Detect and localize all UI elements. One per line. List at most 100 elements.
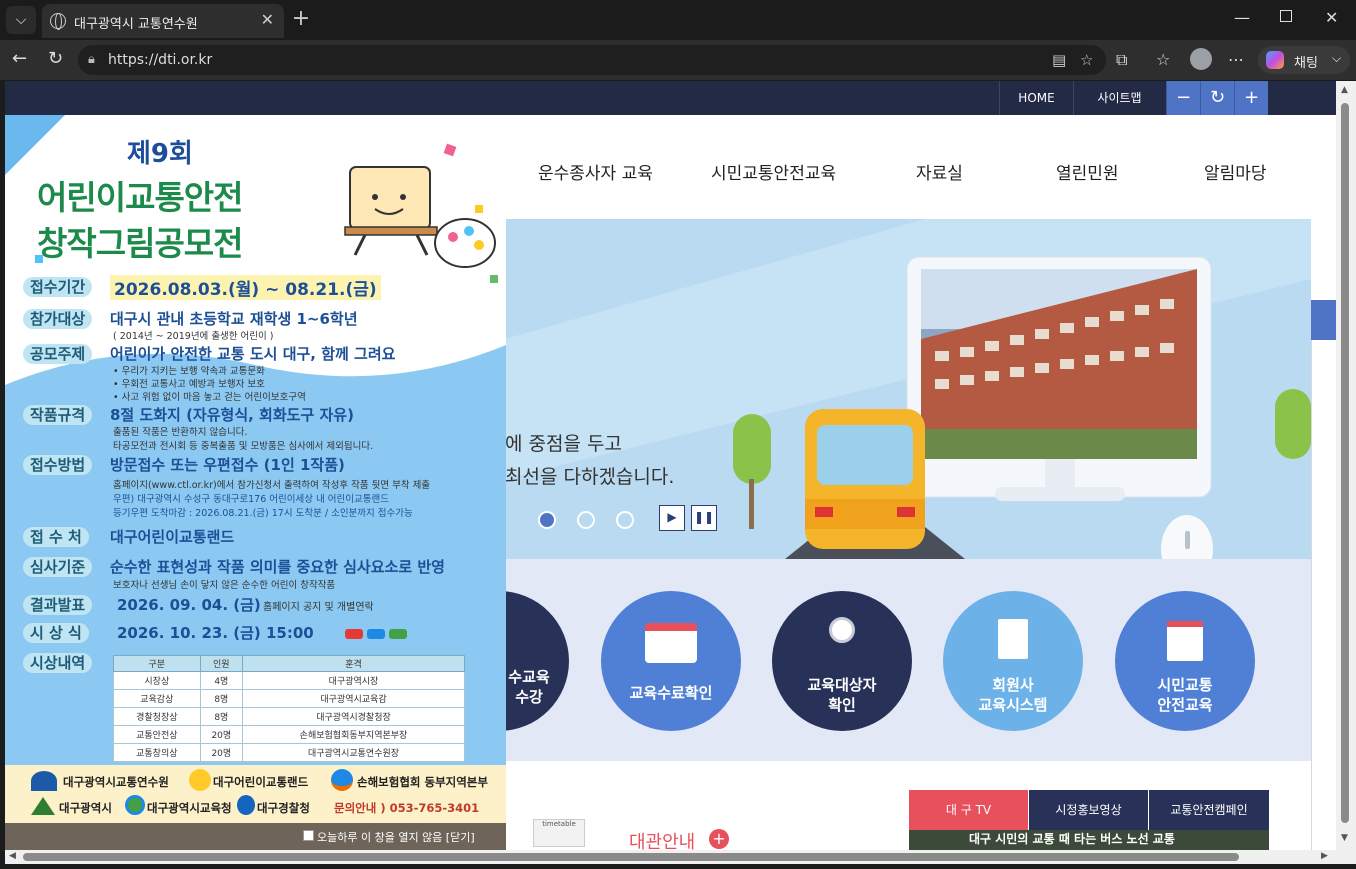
sponsor-name: 대구경찰청	[257, 801, 310, 815]
quick-link-completion-check[interactable]: 교육수료확인	[601, 591, 741, 731]
favorite-star-icon[interactable]: ☆	[1080, 51, 1093, 69]
tab-city-promo[interactable]: 시정홍보영상	[1029, 790, 1148, 830]
chevron-down-icon: ⌵	[1332, 51, 1342, 65]
table-header: 훈격	[242, 655, 465, 672]
sitemap-link[interactable]: 사이트맵	[1073, 81, 1165, 115]
row-bullet: 출품된 작품은 반환하지 않습니다.	[113, 427, 248, 438]
side-widget-tab[interactable]	[1311, 300, 1336, 340]
nav-resources[interactable]: 자료실	[916, 159, 963, 184]
refresh-icon[interactable]: ↻	[48, 48, 63, 69]
insurance-logo-icon	[331, 769, 353, 791]
browser-tab[interactable]: 대구광역시 교통연수원 ✕	[42, 4, 284, 38]
table-row: 경찰청장상 8명 대구광역시경찰청장	[113, 707, 465, 726]
tab-safety-campaign[interactable]: 교통안전캠페인	[1149, 790, 1269, 830]
window-bottom-border	[0, 864, 1356, 869]
awards-table: 구분 인원 훈격 시장상 4명 대구광역시장 교육감상 8명 대구광역시교육감 …	[113, 655, 465, 762]
slide-pause-button[interactable]: ❚❚	[691, 505, 717, 531]
more-icon[interactable]: ⋯	[1228, 50, 1244, 69]
row-value-criteria: 순수한 표현성과 작품 의미를 중요한 심사요소로 반영	[110, 558, 445, 576]
sponsor-name: 대구광역시	[59, 801, 112, 815]
zoom-in-button[interactable]: +	[1234, 81, 1268, 115]
row-label-eligibility: 참가대상	[23, 309, 93, 329]
rental-guide-title[interactable]: 대관안내	[629, 828, 695, 850]
back-icon[interactable]: ←	[12, 48, 27, 69]
row-label-method: 접수방법	[23, 455, 93, 475]
table-cell: 교통창의상	[113, 743, 201, 762]
table-header: 인원	[199, 655, 244, 672]
horizontal-scrollbar[interactable]: ◀ ▶	[5, 850, 1336, 864]
row-bullet: • 우회전 교통사고 예방과 보행자 보호	[113, 379, 265, 390]
popup-edition: 제9회	[127, 139, 193, 169]
sponsor-name: 대구광역시교통연수원	[63, 775, 169, 789]
more-plus-icon[interactable]: +	[709, 829, 729, 849]
row-value-venue: 대구어린이교통랜드	[110, 528, 235, 546]
zoom-out-button[interactable]: −	[1166, 81, 1200, 115]
extensions-icon[interactable]: ⧉	[1116, 50, 1127, 70]
favorites-icon[interactable]: ☆	[1156, 50, 1170, 69]
url-text: https://dti.or.kr	[108, 52, 213, 68]
scroll-up-icon[interactable]: ▲	[1341, 85, 1348, 95]
lock-icon: 🔒︎	[88, 52, 95, 67]
scroll-right-icon[interactable]: ▶	[1321, 851, 1328, 861]
quick-link-member-system[interactable]: 회원사 교육시스템	[943, 591, 1083, 731]
table-row: 교육감상 8명 대구광역시교육감	[113, 689, 465, 708]
scroll-left-icon[interactable]: ◀	[9, 851, 16, 861]
row-bullet: 우편) 대구광역시 수성구 동대구로176 어린이세상 내 어린이교통랜드	[113, 494, 389, 505]
nav-notice[interactable]: 알림마당	[1204, 159, 1267, 184]
profile-icon[interactable]	[1190, 48, 1212, 70]
browser-titlebar: ⌵ 대구광역시 교통연수원 ✕ + — ✕	[0, 0, 1356, 40]
slide-dot-1[interactable]	[538, 511, 556, 529]
table-cell: 손해보험협회동부지역본부장	[242, 725, 465, 744]
window-close-icon[interactable]: ✕	[1325, 8, 1338, 27]
dont-show-close-link[interactable]: 오늘하루 이 창을 열지 않음 [닫기]	[317, 829, 475, 845]
minimize-icon[interactable]: —	[1234, 8, 1250, 27]
new-tab-icon[interactable]: +	[290, 6, 312, 31]
utility-bar: HOME 사이트맵 − ↻ +	[5, 81, 1336, 115]
table-row: 교통안전상 20명 손해보험협회동부지역본부장	[113, 725, 465, 744]
scroll-down-icon[interactable]: ▼	[1341, 833, 1348, 843]
quick-link-citizen-education[interactable]: 시민교통 안전교육	[1115, 591, 1255, 731]
copilot-icon	[1266, 51, 1284, 69]
slide-dot-2[interactable]	[577, 511, 595, 529]
row-value-ceremony: 2026. 10. 23. (금) 15:00	[117, 624, 314, 642]
hero-text-line1: 에 중점을 두고	[505, 433, 622, 455]
toy-cars-icon	[323, 623, 407, 643]
row-note-results: 홈페이지 공지 및 개별연락	[263, 602, 374, 613]
quick-link-target-check[interactable]: 교육대상자 확인	[772, 591, 912, 731]
row-label-venue: 접 수 처	[23, 527, 89, 547]
table-cell: 대구광역시장	[242, 671, 465, 690]
quick-link-label: 확인	[828, 696, 856, 714]
vertical-scroll-thumb[interactable]	[1341, 103, 1349, 823]
row-bullet: 홈페이지(www.ctl.or.kr)에서 참가신청서 출력하여 작성후 작품 …	[113, 480, 431, 491]
table-cell: 4명	[199, 671, 244, 690]
table-cell: 8명	[199, 707, 244, 726]
tab-list-icon[interactable]: ⌵	[6, 6, 36, 34]
nav-driver-education[interactable]: 운수종사자 교육	[538, 159, 653, 184]
reader-icon[interactable]: ▤	[1052, 51, 1066, 69]
table-header: 구분	[113, 655, 201, 672]
zoom-reset-button[interactable]: ↻	[1200, 81, 1234, 115]
horizontal-scroll-thumb[interactable]	[23, 853, 1239, 861]
table-cell: 대구광역시경찰청장	[242, 707, 465, 726]
vertical-scrollbar[interactable]: ▲ ▼	[1336, 81, 1356, 850]
nav-civil-petition[interactable]: 열린민원	[1056, 159, 1119, 184]
copilot-chat-button[interactable]: 채팅 ⌵	[1258, 46, 1350, 74]
sponsor-name: 손해보험협회 동부지역본부	[357, 775, 488, 789]
tab-title: 대구광역시 교통연수원	[74, 17, 198, 32]
row-label-theme: 공모주제	[23, 344, 93, 364]
table-cell: 시장상	[113, 671, 201, 690]
home-link[interactable]: HOME	[999, 81, 1073, 115]
slide-play-button[interactable]: ▶	[659, 505, 685, 531]
tab-close-icon[interactable]: ✕	[261, 10, 274, 29]
hero-text-line2: 최선을 다하겠습니다.	[505, 466, 675, 488]
video-caption: 대구 시민의 교통 때 타는 버스 노선 교통	[969, 832, 1175, 846]
nav-citizen-safety-education[interactable]: 시민교통안전교육	[711, 159, 836, 184]
address-bar[interactable]: 🔒︎ https://dti.or.kr ▤ ☆	[78, 45, 1106, 75]
dont-show-checkbox[interactable]	[303, 830, 314, 841]
table-cell: 교육감상	[113, 689, 201, 708]
tab-daegu-tv[interactable]: 대 구 TV	[909, 790, 1028, 830]
maximize-icon[interactable]	[1280, 10, 1292, 22]
police-logo-icon	[237, 795, 255, 815]
slide-dot-3[interactable]	[616, 511, 634, 529]
video-thumbnail[interactable]: 대구 시민의 교통 때 타는 버스 노선 교통	[909, 830, 1269, 850]
